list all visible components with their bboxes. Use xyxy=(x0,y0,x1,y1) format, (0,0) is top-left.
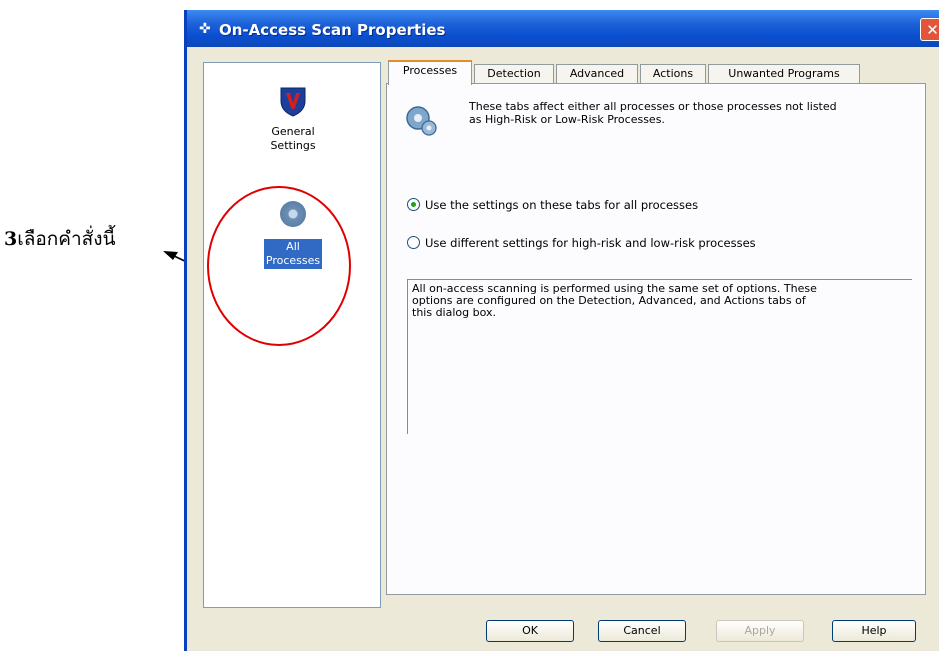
tab-advanced[interactable]: Advanced xyxy=(556,64,638,84)
processes-info-text: These tabs affect either all processes o… xyxy=(469,100,837,126)
radio-all-processes[interactable]: Use the settings on these tabs for all p… xyxy=(407,198,698,212)
close-button[interactable]: ✕ xyxy=(920,18,939,41)
close-icon: ✕ xyxy=(926,21,939,39)
processes-gear-icon xyxy=(406,106,437,136)
radio-all-label: Use the settings on these tabs for all p… xyxy=(425,198,699,212)
radio-different-settings[interactable]: Use different settings for high-risk and… xyxy=(407,236,756,250)
description-box: All on-access scanning is performed usin… xyxy=(407,279,912,434)
tab-detection[interactable]: Detection xyxy=(474,64,554,84)
radio-button-checked[interactable] xyxy=(407,198,420,211)
tab-panel-processes: These tabs affect either all processes o… xyxy=(386,83,926,595)
tab-actions[interactable]: Actions xyxy=(640,64,706,84)
apply-button[interactable]: Apply xyxy=(716,620,804,642)
description-text: All on-access scanning is performed usin… xyxy=(412,282,817,319)
nav-item-general-settings[interactable]: General Settings xyxy=(228,85,358,153)
annotation-number: 3 xyxy=(4,228,18,250)
radio-button-unchecked[interactable] xyxy=(407,236,420,249)
ok-button[interactable]: OK xyxy=(486,620,574,642)
window-title: On-Access Scan Properties xyxy=(219,21,446,39)
tab-unwanted-programs[interactable]: Unwanted Programs xyxy=(708,64,860,84)
help-button[interactable]: Help xyxy=(832,620,916,642)
annotation-label: 3เลือกคำสั่งนี้ xyxy=(4,224,116,254)
shield-v-icon xyxy=(280,87,306,117)
annotation-text: เลือกคำสั่งนี้ xyxy=(17,228,116,250)
nav-label-general: General Settings xyxy=(270,125,316,152)
radio-different-label: Use different settings for high-risk and… xyxy=(425,236,756,250)
cancel-button[interactable]: Cancel xyxy=(598,620,686,642)
annotation-circle xyxy=(207,186,351,346)
title-bar[interactable]: ✜ On-Access Scan Properties ✕ xyxy=(187,10,939,47)
app-icon: ✜ xyxy=(199,21,211,37)
tab-processes[interactable]: Processes xyxy=(388,60,472,85)
